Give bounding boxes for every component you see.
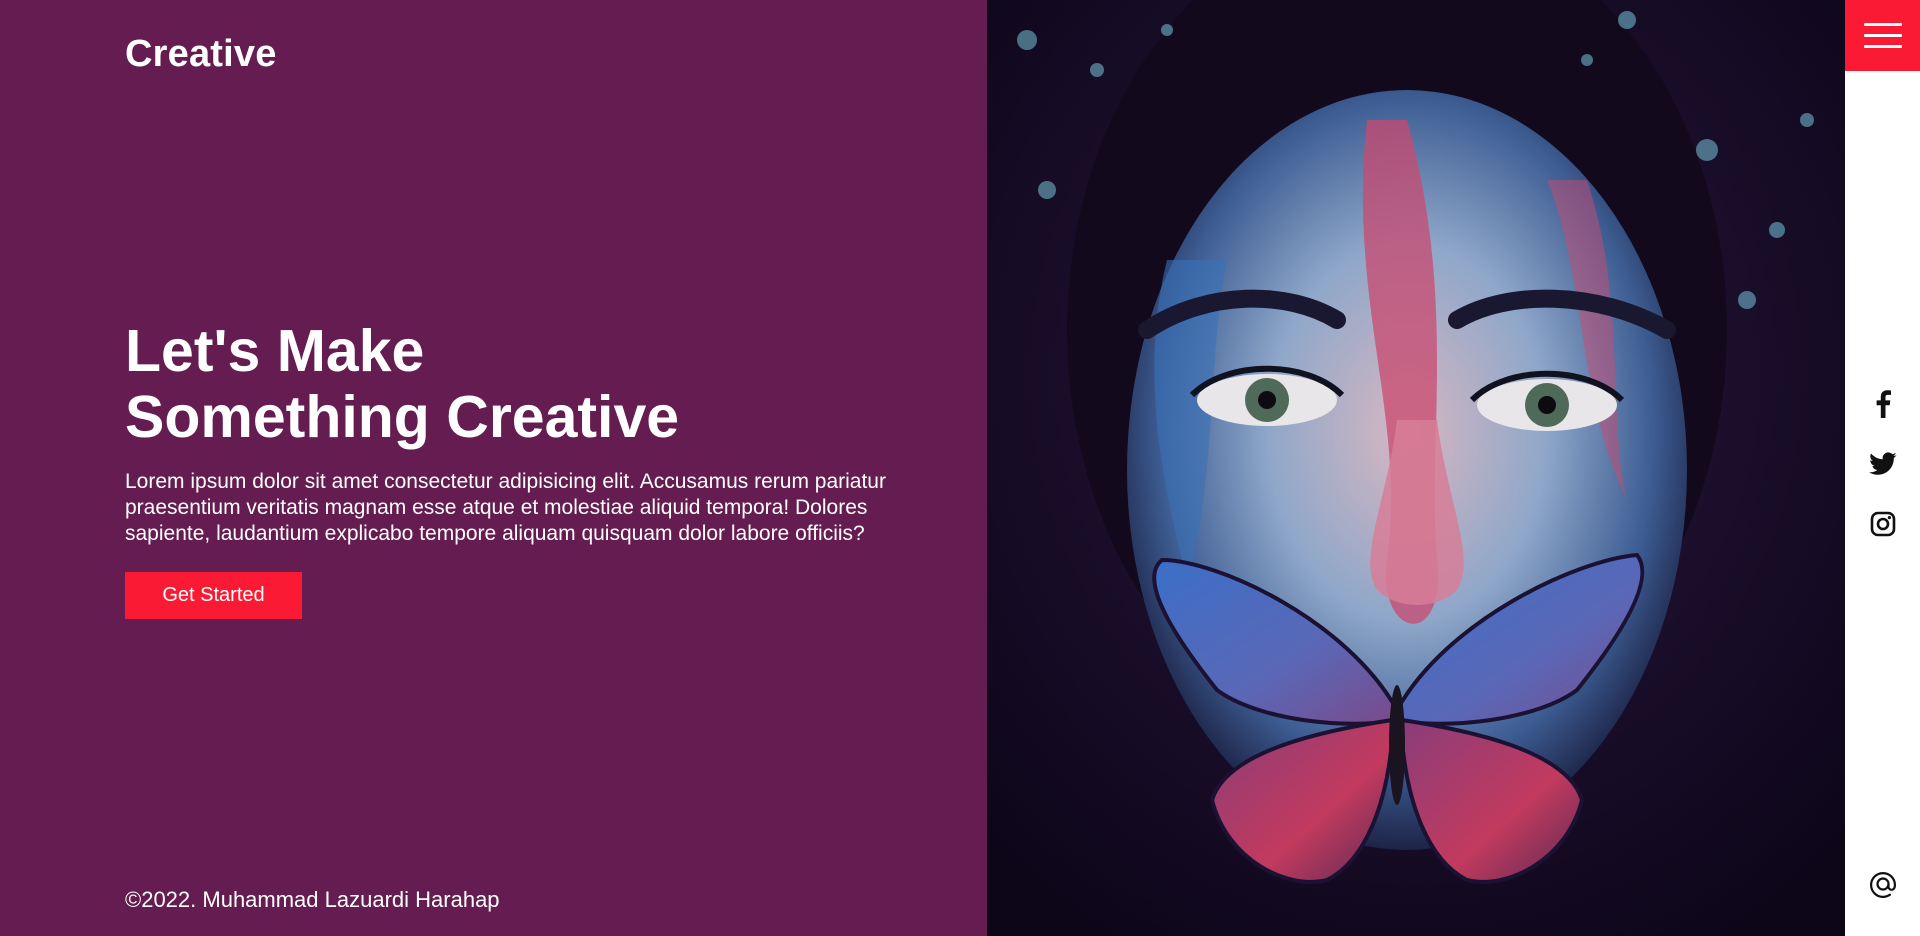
twitter-icon bbox=[1868, 452, 1896, 475]
instagram-link[interactable] bbox=[1845, 504, 1920, 544]
contact-link[interactable] bbox=[1845, 864, 1920, 904]
hamburger-menu-icon-bar bbox=[1863, 34, 1902, 37]
at-sign-icon bbox=[1869, 871, 1896, 899]
copyright-text: ©2022. Muhammad Lazuardi Harahap bbox=[125, 887, 500, 912]
hamburger-menu-icon bbox=[1863, 23, 1902, 26]
instagram-icon bbox=[1870, 511, 1895, 537]
hero-title: Let's Make Something Creative bbox=[125, 318, 945, 450]
hero-title-line-2: Something Creative bbox=[125, 384, 680, 450]
hero-title-line-1: Let's Make bbox=[125, 318, 425, 384]
hero-section: Let's Make Something Creative Lorem ipsu… bbox=[125, 318, 945, 619]
twitter-link[interactable] bbox=[1845, 444, 1920, 484]
facebook-icon bbox=[1876, 390, 1891, 418]
facebook-link[interactable] bbox=[1845, 384, 1920, 424]
right-rail bbox=[1845, 0, 1920, 936]
left-panel: Creative Let's Make Something Creative L… bbox=[0, 0, 987, 936]
hero-description: Lorem ipsum dolor sit amet consectetur a… bbox=[125, 470, 886, 545]
get-started-button[interactable]: Get Started bbox=[125, 572, 302, 619]
hero-image bbox=[987, 0, 1845, 936]
site-logo[interactable]: Creative bbox=[125, 33, 277, 76]
hamburger-menu-icon-bar bbox=[1863, 45, 1902, 48]
menu-button[interactable] bbox=[1845, 0, 1920, 71]
